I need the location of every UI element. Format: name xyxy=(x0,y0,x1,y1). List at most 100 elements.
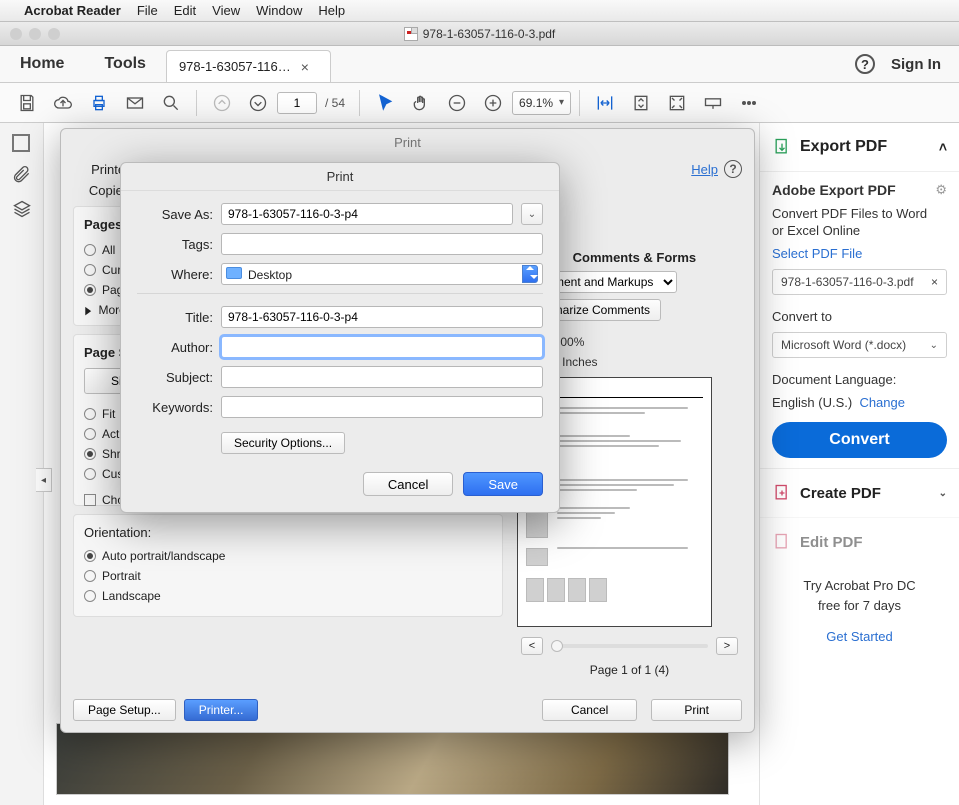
menubar-app-name[interactable]: Acrobat Reader xyxy=(24,3,121,18)
subject-label: Subject: xyxy=(137,370,213,385)
save-as-label: Save As: xyxy=(137,207,213,222)
preview-next-button[interactable]: > xyxy=(716,637,738,655)
radio-current[interactable] xyxy=(84,264,96,276)
page-count-label: / 54 xyxy=(325,96,345,110)
save-as-input[interactable] xyxy=(221,203,513,225)
where-value: Desktop xyxy=(248,268,292,282)
keywords-input[interactable] xyxy=(221,396,543,418)
get-started-link[interactable]: Get Started xyxy=(770,627,949,647)
preview-slider[interactable] xyxy=(551,644,708,648)
selected-file-box[interactable]: 978-1-63057-116-0-3.pdf × xyxy=(772,269,947,295)
title-label: Title: xyxy=(137,310,213,325)
more-tools-icon[interactable] xyxy=(732,88,766,118)
author-label: Author: xyxy=(137,340,213,355)
promo-line1: Try Acrobat Pro DC xyxy=(770,576,949,596)
where-select[interactable]: Desktop xyxy=(221,263,543,285)
choose-paper-checkbox[interactable] xyxy=(84,494,96,506)
select-tool-icon[interactable] xyxy=(368,88,402,118)
page-up-icon[interactable] xyxy=(205,88,239,118)
search-icon[interactable] xyxy=(154,88,188,118)
doc-language-label: Document Language: xyxy=(772,372,947,387)
fullscreen-icon[interactable] xyxy=(660,88,694,118)
create-pdf-row[interactable]: Create PDF ⌄ xyxy=(760,468,959,517)
chevron-down-icon: ⌄ xyxy=(930,340,938,351)
promo-line2: free for 7 days xyxy=(770,596,949,616)
format-value: Microsoft Word (*.docx) xyxy=(781,338,906,352)
menu-window[interactable]: Window xyxy=(256,3,302,18)
selected-file-name: 978-1-63057-116-0-3.pdf xyxy=(781,275,914,289)
expand-save-dialog-icon[interactable]: ⌄ xyxy=(521,203,543,225)
preview-page-indicator: Page 1 of 1 (4) xyxy=(517,663,742,677)
edit-pdf-icon xyxy=(772,532,792,552)
author-input[interactable] xyxy=(221,336,543,358)
tags-input[interactable] xyxy=(221,233,543,255)
subject-input[interactable] xyxy=(221,366,543,388)
navigation-rail: ◂ xyxy=(0,123,44,805)
export-desc2: or Excel Online xyxy=(772,223,947,238)
more-options-icon[interactable]: ▶ xyxy=(85,304,91,317)
tab-document[interactable]: 978-1-63057-116… × xyxy=(166,50,331,82)
layers-icon[interactable] xyxy=(12,199,32,219)
thumbnails-icon[interactable] xyxy=(15,137,29,151)
hand-tool-icon[interactable] xyxy=(404,88,438,118)
export-pdf-icon xyxy=(772,137,792,157)
share-icon[interactable]: ⚙ xyxy=(935,182,947,198)
window-titlebar: 978-1-63057-116-0-3.pdf xyxy=(0,22,959,46)
where-dropdown-icon[interactable] xyxy=(522,265,538,283)
convert-to-label: Convert to xyxy=(772,309,947,324)
security-options-button[interactable]: Security Options... xyxy=(221,432,345,454)
save-icon[interactable] xyxy=(10,88,44,118)
print-dialog-title: Print xyxy=(61,129,754,156)
collapse-export-icon[interactable]: ˄ xyxy=(939,139,947,155)
edit-pdf-row[interactable]: Edit PDF xyxy=(760,517,959,566)
attachments-icon[interactable] xyxy=(12,165,32,185)
page-setup-button[interactable]: Page Setup... xyxy=(73,699,176,721)
zoom-in-icon[interactable] xyxy=(476,88,510,118)
radio-landscape[interactable] xyxy=(84,590,96,602)
radio-auto-orient[interactable] xyxy=(84,550,96,562)
document-tabbar: Home Tools 978-1-63057-116… × ? Sign In xyxy=(0,46,959,83)
printer-button[interactable]: Printer... xyxy=(184,699,259,721)
save-dialog-title: Print xyxy=(121,163,559,191)
radio-all-label: All xyxy=(102,243,115,257)
change-language-link[interactable]: Change xyxy=(859,395,905,410)
window-title: 978-1-63057-116-0-3.pdf xyxy=(423,27,556,41)
help-icon[interactable]: ? xyxy=(855,54,875,74)
menu-help[interactable]: Help xyxy=(318,3,345,18)
radio-fit[interactable] xyxy=(84,408,96,420)
email-icon[interactable] xyxy=(118,88,152,118)
zoom-out-icon[interactable] xyxy=(440,88,474,118)
menu-edit[interactable]: Edit xyxy=(174,3,196,18)
menu-view[interactable]: View xyxy=(212,3,240,18)
tab-home[interactable]: Home xyxy=(0,46,84,82)
print-icon[interactable] xyxy=(82,88,116,118)
select-pdf-file-link[interactable]: Select PDF File xyxy=(772,246,947,261)
format-select[interactable]: Microsoft Word (*.docx) ⌄ xyxy=(772,332,947,358)
zoom-level-select[interactable]: 69.1% ▾ xyxy=(512,91,571,115)
cloud-upload-icon[interactable] xyxy=(46,88,80,118)
save-confirm-button[interactable]: Save xyxy=(463,472,543,496)
preview-prev-button[interactable]: < xyxy=(521,637,543,655)
fit-width-icon[interactable] xyxy=(588,88,622,118)
tab-close-icon[interactable]: × xyxy=(301,59,309,75)
fit-page-icon[interactable] xyxy=(624,88,658,118)
clear-file-icon[interactable]: × xyxy=(931,275,938,289)
save-cancel-button[interactable]: Cancel xyxy=(363,472,453,496)
radio-shrink[interactable] xyxy=(84,448,96,460)
title-input[interactable] xyxy=(221,306,543,328)
radio-portrait[interactable] xyxy=(84,570,96,582)
sign-in-button[interactable]: Sign In xyxy=(891,56,941,73)
convert-button[interactable]: Convert xyxy=(772,422,947,458)
radio-pages[interactable] xyxy=(84,284,96,296)
radio-custom[interactable] xyxy=(84,468,96,480)
tab-tools[interactable]: Tools xyxy=(84,46,165,82)
radio-actual[interactable] xyxy=(84,428,96,440)
keyboard-icon[interactable] xyxy=(696,88,730,118)
print-confirm-button[interactable]: Print xyxy=(651,699,742,721)
document-page-view[interactable] xyxy=(56,723,729,795)
page-down-icon[interactable] xyxy=(241,88,275,118)
print-cancel-button[interactable]: Cancel xyxy=(542,699,637,721)
radio-all[interactable] xyxy=(84,244,96,256)
page-number-input[interactable] xyxy=(277,92,317,114)
menu-file[interactable]: File xyxy=(137,3,158,18)
